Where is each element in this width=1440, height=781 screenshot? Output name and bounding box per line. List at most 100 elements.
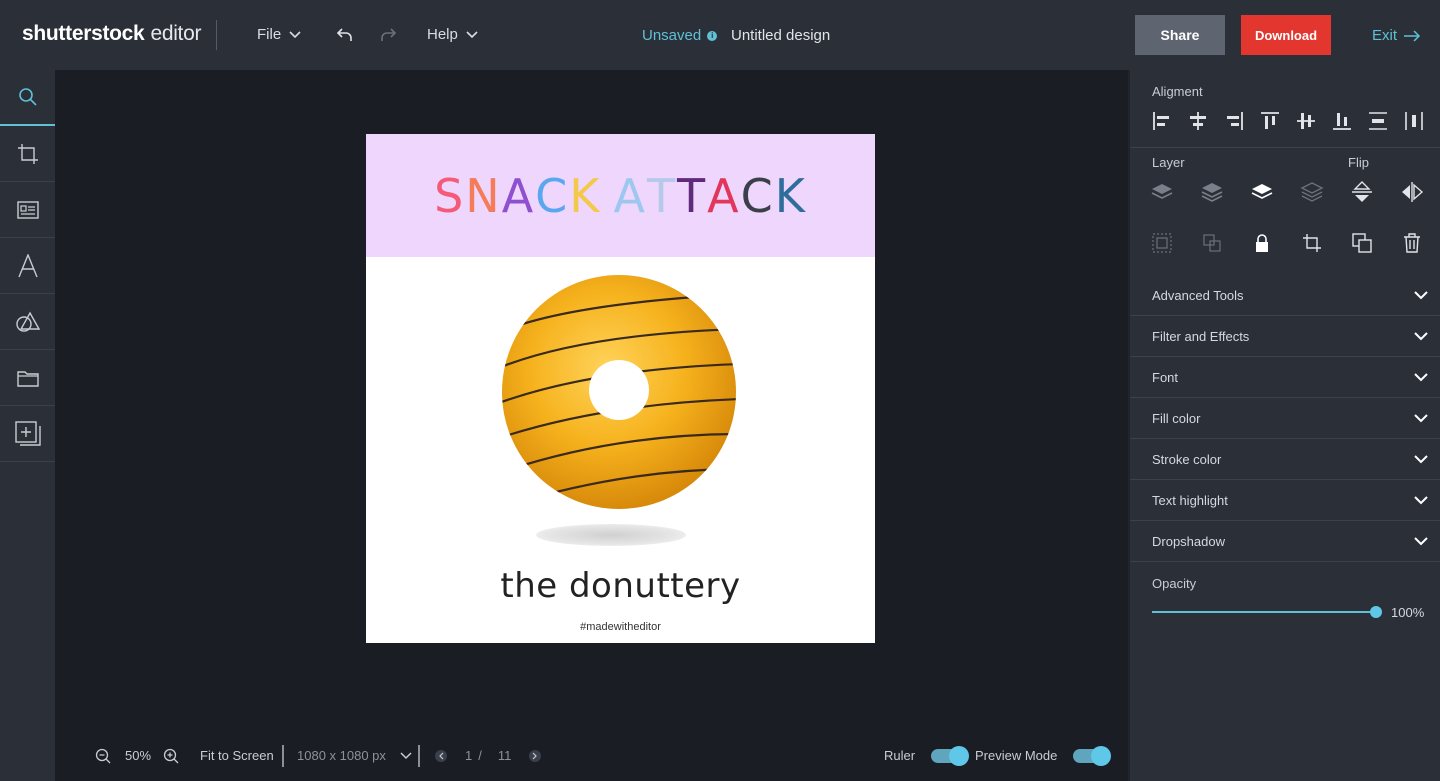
accordion-dropshadow[interactable]: Dropshadow bbox=[1130, 521, 1440, 562]
align-top-button[interactable] bbox=[1252, 103, 1288, 139]
accordion-label: Dropshadow bbox=[1152, 533, 1225, 549]
duplicate-button[interactable] bbox=[1344, 225, 1380, 261]
align-bottom-button[interactable] bbox=[1324, 103, 1360, 139]
accordion-text-highlight[interactable]: Text highlight bbox=[1130, 480, 1440, 521]
subtitle-text[interactable]: the donuttery bbox=[366, 566, 875, 606]
artboard[interactable]: SNACK ATTACK the donuttery #madewithedit… bbox=[366, 134, 875, 643]
crop-button[interactable] bbox=[1294, 225, 1330, 261]
headline-letter: K bbox=[569, 168, 602, 223]
layer-label: Layer bbox=[1152, 155, 1185, 170]
preview-toggle-group: Preview Mode bbox=[975, 745, 1112, 766]
lock-button[interactable] bbox=[1244, 225, 1280, 261]
accordion-filter-and-effects[interactable]: Filter and Effects bbox=[1130, 316, 1440, 357]
accordion-label: Font bbox=[1152, 369, 1179, 385]
chevron-down-icon bbox=[466, 30, 478, 38]
accordion-label: Text highlight bbox=[1152, 492, 1228, 508]
headline-banner[interactable]: SNACK ATTACK bbox=[366, 134, 875, 257]
opacity-label: Opacity bbox=[1152, 576, 1197, 591]
headline-letter: C bbox=[740, 168, 775, 223]
tool-uploads[interactable] bbox=[0, 350, 55, 406]
donut-shadow bbox=[536, 524, 686, 546]
send-to-back-button[interactable] bbox=[1144, 174, 1180, 210]
distribute-vertical-icon bbox=[1369, 112, 1387, 130]
send-backward-icon bbox=[1201, 183, 1223, 202]
align-center-h-button[interactable] bbox=[1180, 103, 1216, 139]
document-title[interactable]: Untitled design bbox=[731, 27, 830, 44]
headline-text[interactable]: SNACK ATTACK bbox=[434, 169, 807, 223]
accordion-label: Stroke color bbox=[1152, 451, 1222, 467]
undo-button[interactable] bbox=[334, 24, 356, 46]
properties-panel: Aligment Layer Flip Advanced Tools Filter… bbox=[1128, 70, 1440, 781]
crop-icon bbox=[17, 143, 38, 164]
bring-forward-icon bbox=[1251, 184, 1273, 199]
share-button[interactable]: Share bbox=[1135, 15, 1225, 55]
group-button[interactable] bbox=[1144, 225, 1180, 261]
chevron-right-icon bbox=[532, 752, 538, 759]
accordion-fill-color[interactable]: Fill color bbox=[1130, 398, 1440, 439]
chevron-down-icon bbox=[1414, 454, 1428, 463]
preview-mode-toggle[interactable] bbox=[1073, 745, 1112, 766]
opacity-slider-thumb[interactable] bbox=[1370, 606, 1382, 618]
ungroup-icon bbox=[1203, 234, 1221, 252]
help-menu-label: Help bbox=[427, 26, 458, 43]
flip-vertical-button[interactable] bbox=[1344, 174, 1380, 210]
crop-icon bbox=[1303, 234, 1321, 252]
file-menu[interactable]: File bbox=[257, 26, 301, 43]
save-status[interactable]: Unsaved i bbox=[642, 27, 718, 44]
tool-shapes[interactable] bbox=[0, 294, 55, 350]
redo-button[interactable] bbox=[377, 24, 399, 46]
donut-image[interactable] bbox=[501, 274, 737, 510]
canvas-size-select[interactable]: 1080 x 1080 px bbox=[297, 748, 412, 763]
fit-to-screen-button[interactable]: Fit to Screen bbox=[200, 748, 274, 763]
accordion-stroke-color[interactable]: Stroke color bbox=[1130, 439, 1440, 480]
object-actions-row bbox=[1144, 225, 1430, 261]
accordion-label: Filter and Effects bbox=[1152, 328, 1250, 344]
chevron-down-icon bbox=[1414, 290, 1428, 299]
add-page-icon bbox=[14, 420, 41, 446]
align-middle-v-icon bbox=[1297, 113, 1315, 129]
accordion-font[interactable]: Font bbox=[1130, 357, 1440, 398]
accordion-label: Advanced Tools bbox=[1152, 287, 1244, 303]
ruler-label: Ruler bbox=[884, 748, 916, 763]
exit-button[interactable]: Exit bbox=[1372, 27, 1421, 44]
tool-search[interactable] bbox=[0, 70, 55, 126]
align-top-icon bbox=[1261, 112, 1279, 129]
distribute-vertical-button[interactable] bbox=[1360, 103, 1396, 139]
tool-add-page[interactable] bbox=[0, 406, 55, 462]
panel-divider bbox=[1130, 147, 1440, 148]
prev-page-button[interactable] bbox=[435, 749, 447, 762]
left-toolbar bbox=[0, 70, 55, 781]
tool-templates[interactable] bbox=[0, 182, 55, 238]
file-menu-label: File bbox=[257, 26, 282, 43]
align-left-button[interactable] bbox=[1144, 103, 1180, 139]
zoom-out-button[interactable] bbox=[95, 748, 111, 764]
tool-text[interactable] bbox=[0, 238, 55, 294]
delete-button[interactable] bbox=[1394, 225, 1430, 261]
accordion-advanced-tools[interactable]: Advanced Tools bbox=[1130, 275, 1440, 316]
opacity-slider-track[interactable] bbox=[1152, 611, 1376, 613]
bring-forward-button[interactable] bbox=[1244, 174, 1280, 210]
hashtag-text[interactable]: #madewitheditor bbox=[366, 621, 875, 633]
flip-horizontal-button[interactable] bbox=[1394, 174, 1430, 210]
headline-letter: A bbox=[501, 168, 536, 223]
ruler-toggle[interactable] bbox=[931, 745, 970, 766]
send-backward-button[interactable] bbox=[1194, 174, 1230, 210]
zoom-in-button[interactable] bbox=[163, 748, 179, 764]
align-middle-v-button[interactable] bbox=[1288, 103, 1324, 139]
page-total: 11 bbox=[497, 748, 512, 763]
flip-vertical-icon bbox=[1352, 181, 1372, 202]
group-icon bbox=[1152, 233, 1172, 253]
distribute-horizontal-button[interactable] bbox=[1396, 103, 1432, 139]
brand-logo[interactable]: shutterstock editor bbox=[22, 22, 201, 46]
flip-horizontal-icon bbox=[1402, 182, 1424, 202]
bring-to-front-button[interactable] bbox=[1294, 174, 1330, 210]
next-page-button[interactable] bbox=[529, 749, 542, 762]
brand-sub: editor bbox=[150, 22, 202, 45]
ungroup-button[interactable] bbox=[1194, 225, 1230, 261]
tool-crop[interactable] bbox=[0, 126, 55, 182]
align-right-button[interactable] bbox=[1216, 103, 1252, 139]
layer-row bbox=[1144, 174, 1430, 210]
opacity-value: 100% bbox=[1391, 605, 1425, 620]
help-menu[interactable]: Help bbox=[427, 26, 478, 43]
download-button[interactable]: Download bbox=[1241, 15, 1331, 55]
